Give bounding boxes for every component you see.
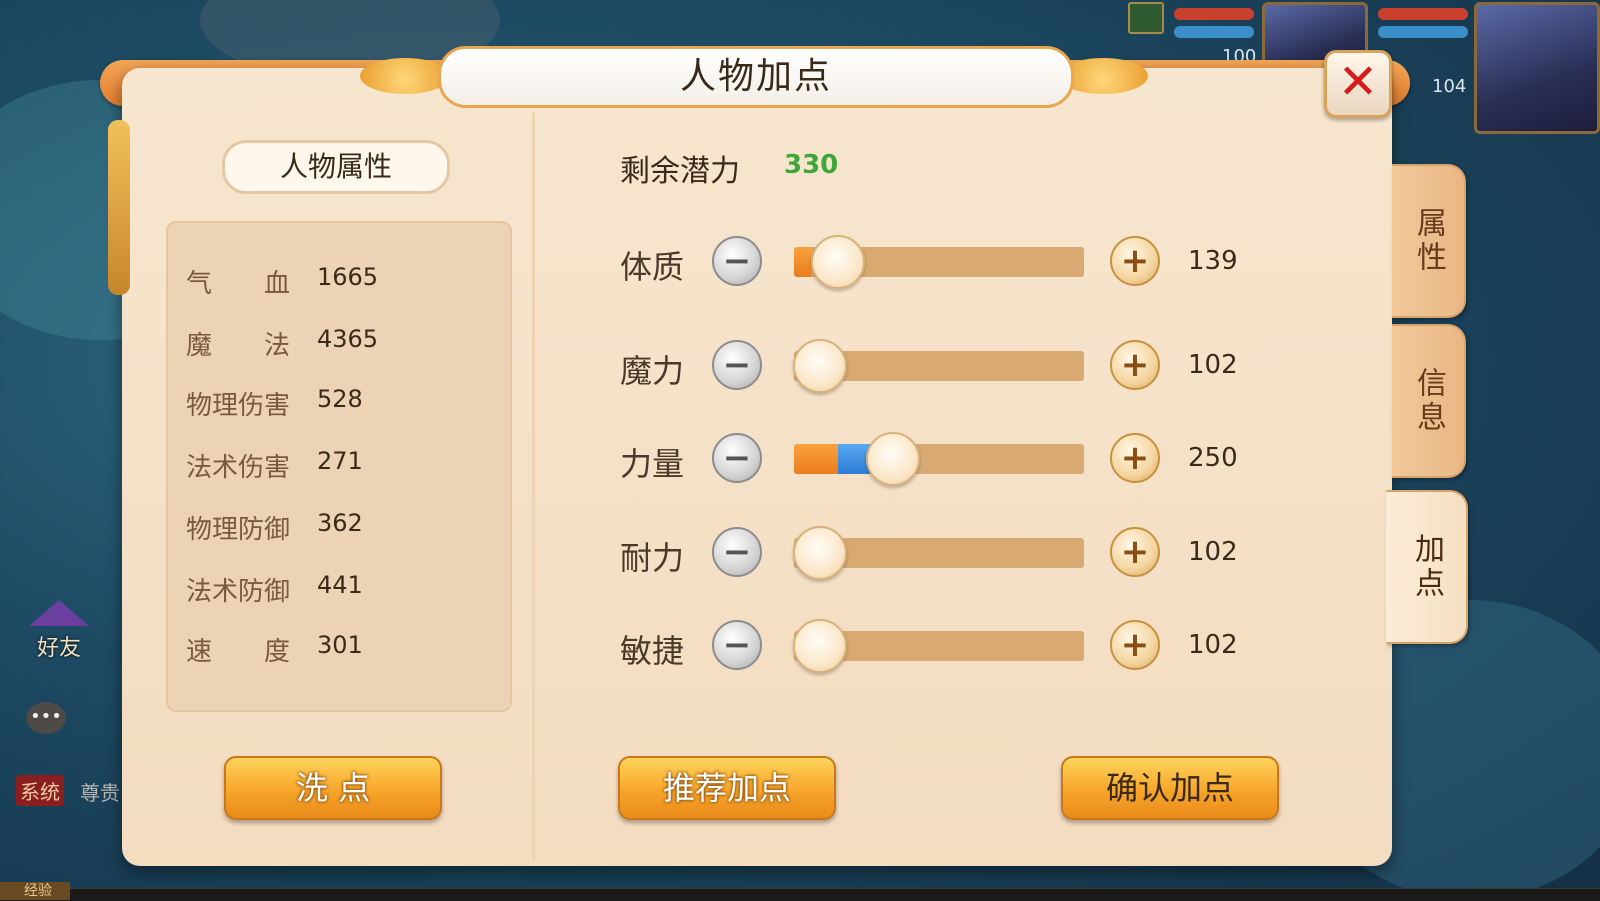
- close-button[interactable]: ✕: [1324, 50, 1392, 118]
- base-fill: [794, 247, 811, 277]
- attribute-label: 力量: [620, 445, 685, 483]
- experience-bar: [0, 888, 1600, 901]
- stat-value: 528: [317, 385, 363, 413]
- stat-label: 物理伤害: [186, 391, 291, 421]
- decrease-button[interactable]: −: [712, 527, 762, 577]
- stat-value: 301: [317, 631, 363, 659]
- plus-icon: +: [1120, 438, 1150, 478]
- window-title: 人物加点: [438, 46, 1074, 108]
- increase-button[interactable]: +: [1110, 620, 1160, 670]
- attribute-row-endurance: 耐力 − + 102: [620, 523, 1280, 583]
- stat-label: 速 度: [186, 637, 291, 667]
- tab-attributes[interactable]: 属性: [1392, 164, 1466, 318]
- remaining-potential-label: 剩余潜力: [620, 154, 740, 189]
- stat-value: 4365: [317, 325, 379, 353]
- cloud-ornament-left: [360, 58, 450, 94]
- stat-label: 法术防御: [186, 577, 291, 607]
- increase-button[interactable]: +: [1110, 433, 1160, 483]
- hud-level-number: 104: [1432, 76, 1467, 97]
- system-message-text: 尊贵: [80, 781, 120, 805]
- reset-points-button[interactable]: 洗 点: [224, 756, 442, 820]
- attribute-row-agility: 敏捷 − + 102: [620, 616, 1280, 676]
- increase-button[interactable]: +: [1110, 236, 1160, 286]
- attribute-label: 体质: [620, 248, 685, 286]
- map-icon[interactable]: [1128, 2, 1164, 34]
- stats-box: 气 血 1665 魔 法 4365 物理伤害 528 法术伤害 271 物理防御…: [166, 221, 512, 712]
- friend-button[interactable]: 好友: [24, 600, 94, 670]
- stat-label: 物理防御: [186, 515, 291, 545]
- attribute-row-constitution: 体质 − + 139: [620, 232, 1280, 292]
- attribute-slider[interactable]: [793, 619, 1084, 673]
- confirm-points-button[interactable]: 确认加点: [1061, 756, 1279, 820]
- experience-label: 经验: [0, 882, 70, 900]
- plus-icon: +: [1120, 625, 1150, 665]
- stat-label: 魔 法: [186, 331, 291, 361]
- attribute-label: 魔力: [620, 352, 685, 390]
- attribute-value: 102: [1188, 350, 1238, 380]
- tab-add-points[interactable]: 加点: [1386, 490, 1468, 644]
- decrease-button[interactable]: −: [712, 236, 762, 286]
- minus-icon: −: [722, 532, 752, 572]
- attribute-slider[interactable]: [793, 526, 1084, 580]
- slider-knob[interactable]: [793, 526, 847, 580]
- plus-icon: +: [1120, 532, 1150, 572]
- chat-bubble-icon[interactable]: •••: [26, 702, 66, 734]
- tassel-ornament: [108, 120, 130, 295]
- attribute-label: 耐力: [620, 539, 685, 577]
- attribute-value: 102: [1188, 630, 1238, 660]
- friend-label: 好友: [36, 636, 81, 661]
- system-channel-tag: 系统: [16, 775, 64, 806]
- slider-knob[interactable]: [793, 339, 847, 393]
- attribute-slider[interactable]: [793, 339, 1084, 393]
- increase-button[interactable]: +: [1110, 527, 1160, 577]
- attribute-label: 敏捷: [620, 632, 685, 670]
- stat-value: 362: [317, 509, 363, 537]
- base-fill: [794, 444, 838, 474]
- stat-label: 法术伤害: [186, 453, 291, 483]
- attribute-value: 102: [1188, 537, 1238, 567]
- slider-knob[interactable]: [866, 432, 920, 486]
- slider-knob[interactable]: [811, 235, 865, 289]
- stat-value: 1665: [317, 263, 379, 291]
- plus-icon: +: [1120, 241, 1150, 281]
- minus-icon: −: [722, 625, 752, 665]
- attribute-row-strength: 力量 − + 250: [620, 429, 1280, 489]
- close-icon: ✕: [1337, 54, 1379, 110]
- decrease-button[interactable]: −: [712, 620, 762, 670]
- stat-value: 271: [317, 447, 363, 475]
- section-title-attributes: 人物属性: [222, 140, 450, 194]
- attribute-slider[interactable]: [794, 432, 1084, 486]
- player-portrait[interactable]: [1474, 2, 1600, 134]
- panel-divider: [532, 112, 535, 860]
- wizard-hat-icon: [29, 600, 89, 626]
- minus-icon: −: [722, 345, 752, 385]
- tab-info[interactable]: 信息: [1392, 324, 1466, 478]
- attribute-slider[interactable]: [794, 235, 1084, 289]
- attribute-value: 139: [1188, 246, 1238, 276]
- increase-button[interactable]: +: [1110, 340, 1160, 390]
- plus-icon: +: [1120, 345, 1150, 385]
- recommend-points-button[interactable]: 推荐加点: [618, 756, 836, 820]
- attribute-value: 250: [1188, 443, 1238, 473]
- attribute-row-magic: 魔力 − + 102: [620, 336, 1280, 396]
- decrease-button[interactable]: −: [712, 433, 762, 483]
- minus-icon: −: [722, 241, 752, 281]
- stat-label: 气 血: [186, 269, 291, 299]
- slider-knob[interactable]: [793, 619, 847, 673]
- minus-icon: −: [722, 438, 752, 478]
- remaining-potential-value: 330: [784, 150, 839, 180]
- decrease-button[interactable]: −: [712, 340, 762, 390]
- stat-value: 441: [317, 571, 363, 599]
